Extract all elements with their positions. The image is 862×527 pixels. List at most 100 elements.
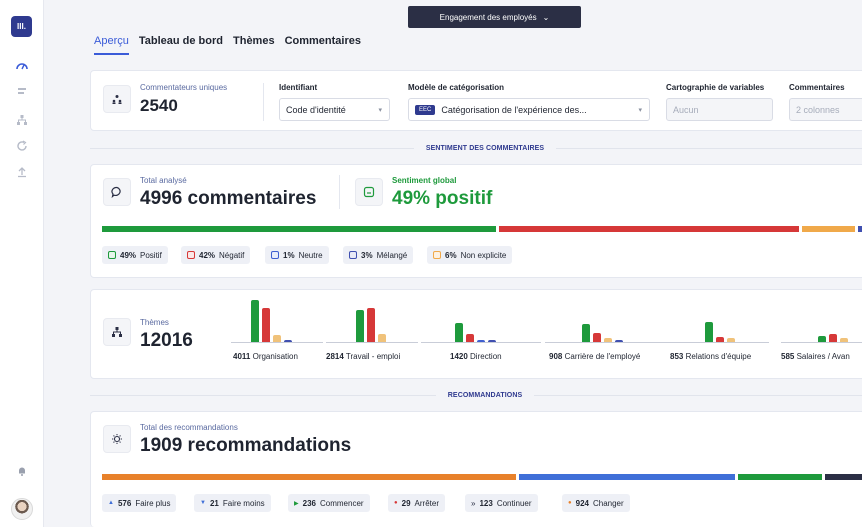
chip-pct: 1% [283,250,295,260]
model-select[interactable]: EEC Catégorisation de l'expérience des..… [408,98,650,121]
negative-icon [187,251,195,259]
hierarchy-icon[interactable] [13,111,31,129]
comments-columns-select[interactable]: 2 colonnes [789,98,862,121]
sentiment-chip-neutral[interactable]: 1% Neutre [265,246,329,264]
app-logo[interactable]: III. [11,16,32,37]
chip-pct: 3% [361,250,373,260]
user-avatar[interactable] [11,498,33,520]
sentiment-chip-mixed[interactable]: 3% Mélangé [343,246,414,264]
theme-bar-positive[interactable] [251,300,259,342]
theme-bar-positive[interactable] [356,310,364,342]
theme-bar-unspecified[interactable] [378,334,386,342]
dashboard-icon[interactable] [13,57,31,75]
lightbulb-icon [103,425,131,453]
theme-label-travail[interactable]: 2814 Travail - emploi [326,352,400,361]
theme-baseline [669,342,769,343]
model-tag: EEC [415,104,436,115]
chip-pct: 49% [120,250,137,260]
survey-selector-dropdown[interactable]: Engagement des employés ⌄ [408,6,581,28]
tab-tableau-de-bord[interactable]: Tableau de bord [139,35,223,55]
variable-mapping-placeholder: Aucun [673,104,699,115]
chevron-down-icon: ▾ [638,106,642,114]
theme-name: Carrière de l'employé [564,352,641,361]
theme-bar-negative[interactable] [262,308,270,342]
recommendations-card: Total des recommandations 1909 recommand… [90,411,862,527]
theme-label-carriere[interactable]: 908 Carrière de l'employé [549,352,640,361]
theme-label-organisation[interactable]: 4011 Organisation [233,352,298,361]
reco-chip-commencer[interactable]: ▶ 236 Commencer [288,494,370,512]
sentiment-bar-positive[interactable] [102,226,496,232]
chip-label: Positif [140,250,162,260]
theme-count: 1420 [450,352,468,361]
sentiment-section-title: SENTIMENT DES COMMENTAIRES [425,144,545,152]
reco-bar-changer[interactable] [102,474,516,480]
sentiment-chip-unspecified[interactable]: 6% Non explicite [427,246,513,264]
global-sentiment-label: Sentiment global [392,176,457,185]
unspecified-icon [433,251,441,259]
theme-label-salaires[interactable]: 585 Salaires / Avan [781,352,850,361]
identifier-value: Code d'identité [286,104,346,115]
reco-chip-changer[interactable]: ● 924 Changer [562,494,630,512]
change-icon: ● [568,500,572,506]
tab-commentaires[interactable]: Commentaires [285,35,361,55]
chip-label: Arrêter [414,498,439,508]
total-analyzed-label: Total analysé [140,176,187,185]
sentiment-chip-negative[interactable]: 42% Négatif [181,246,251,264]
theme-bar-negative[interactable] [466,334,474,342]
comment-icon [103,178,131,206]
chip-count: 924 [575,498,589,508]
theme-bar-negative[interactable] [367,308,375,342]
unique-commenters-label: Commentateurs uniques [140,83,228,92]
theme-bar-positive[interactable] [582,324,590,342]
sentiment-icon [355,178,383,206]
identifier-select[interactable]: Code d'identité ▾ [279,98,390,121]
themes-card: Thèmes 12016 4011 Organisation 2814 Trav… [90,289,862,379]
theme-bar-positive[interactable] [455,323,463,342]
chip-label: Mélangé [376,250,408,260]
notification-bell-icon[interactable] [13,462,31,480]
sentiment-bar-negative[interactable] [499,226,799,232]
theme-bar-unspecified[interactable] [273,335,281,342]
theme-count: 908 [549,352,563,361]
chevron-down-icon: ▾ [378,106,382,114]
arrow-down-icon: ▼ [200,500,206,506]
theme-bar-negative[interactable] [593,333,601,342]
variable-mapping-select[interactable]: Aucun [666,98,773,121]
main-area: Engagement des employés ⌄ Aperçu Tableau… [44,0,862,527]
reco-chip-continuer[interactable]: » 123 Continuer [465,494,538,512]
neutral-icon [271,251,279,259]
chip-label: Continuer [496,498,532,508]
sentiment-card: Total analysé 4996 commentaires Sentimen… [90,164,862,278]
theme-baseline [326,342,418,343]
sentiment-bar-unspecified[interactable] [802,226,855,232]
chip-label: Changer [592,498,624,508]
theme-count: 585 [781,352,795,361]
upload-icon[interactable] [13,163,31,181]
arrow-up-icon: ▲ [108,500,114,506]
reco-bar-commencer[interactable] [738,474,822,480]
tab-apercu[interactable]: Aperçu [94,35,129,55]
sentiment-section-header: SENTIMENT DES COMMENTAIRES [90,142,862,154]
chip-count: 21 [209,498,219,508]
fast-forward-icon: » [471,498,476,508]
theme-baseline [421,342,541,343]
theme-label-direction[interactable]: 1420 Direction [450,352,502,361]
model-value: Catégorisation de l'expérience des... [441,104,587,115]
reco-chip-faire-moins[interactable]: ▼ 21 Faire moins [194,494,271,512]
theme-label-relations[interactable]: 853 Relations d'équipe [670,352,751,361]
theme-bar-negative[interactable] [829,334,837,342]
sentiment-chip-positive[interactable]: 49% Positif [102,246,168,264]
hierarchy-icon [103,318,131,346]
refresh-icon[interactable] [13,137,31,155]
list-icon[interactable] [13,83,31,101]
global-sentiment-value: 49% positif [392,188,493,209]
sentiment-bar-mixed[interactable] [858,226,862,232]
chip-pct: 42% [199,250,216,260]
reco-bar-continuer[interactable] [825,474,862,480]
reco-chip-faire-plus[interactable]: ▲ 576 Faire plus [102,494,177,512]
tab-themes[interactable]: Thèmes [233,35,275,55]
reco-bar-faire-plus[interactable] [519,474,735,480]
reco-chip-arreter[interactable]: ● 29 Arrêter [388,494,445,512]
model-label: Modèle de catégorisation [408,83,505,92]
theme-bar-positive[interactable] [705,322,713,342]
